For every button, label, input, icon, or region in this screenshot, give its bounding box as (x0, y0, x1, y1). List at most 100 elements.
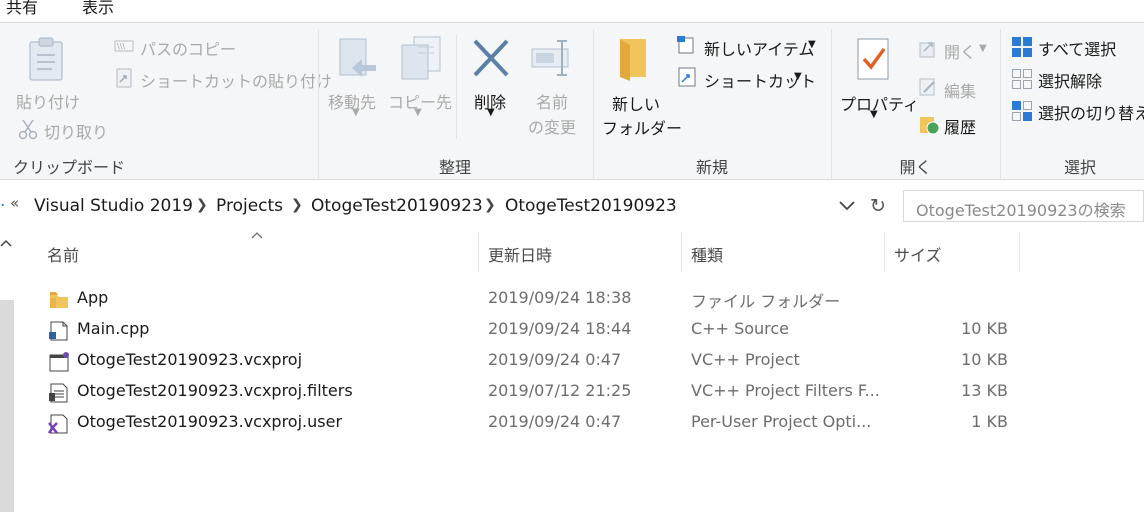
properties-dropdown-icon[interactable]: ▼ (870, 109, 878, 120)
navigation-pane-edge (0, 232, 14, 512)
select-all-button[interactable]: すべて選択 (1038, 36, 1116, 60)
column-header-type[interactable]: 種類 (691, 242, 723, 266)
copy-path-button[interactable]: パスのコピー (140, 36, 236, 60)
vcxproj-file-icon (49, 352, 69, 372)
new-folder-button-line2[interactable]: フォルダー (602, 115, 682, 139)
breadcrumb-visual-studio[interactable]: Visual Studio 2019 (34, 196, 193, 216)
file-row[interactable]: OtogeTest20190923.vcxproj.filters 2019/0… (40, 377, 1040, 407)
invert-selection-button[interactable]: 選択の切り替え (1038, 100, 1144, 124)
delete-x-icon (473, 39, 509, 77)
organize-group-label: 整理 (438, 158, 471, 177)
refresh-icon[interactable]: ↻ (864, 192, 892, 220)
file-name: OtogeTest20190923.vcxproj.user (77, 412, 343, 431)
properties-icon (857, 38, 889, 80)
breadcrumb-separator-icon[interactable]: ❯ (484, 197, 496, 213)
breadcrumb-projects[interactable]: Projects (216, 196, 283, 216)
folder-icon (50, 292, 68, 308)
paste-shortcut-icon (116, 68, 132, 88)
history-button[interactable]: 履歴 (944, 114, 976, 138)
select-all-icon (1012, 37, 1032, 57)
new-group-label: 新規 (695, 158, 728, 177)
file-explorer-window: 共有 表示 貼り付け \\\ パスのコピー ショートカットの貼り付け 切り取り … (0, 0, 1144, 512)
file-row[interactable]: OtogeTest20190923.vcxproj 2019/09/24 0:4… (40, 346, 1040, 376)
paste-shortcut-button[interactable]: ショートカットの貼り付け (140, 68, 332, 92)
file-row[interactable]: OtogeTest20190923.vcxproj.user 2019/09/2… (40, 408, 1040, 438)
rename-icon (531, 40, 569, 76)
copy-path-icon: \\\ (114, 40, 134, 52)
scissors-icon (18, 119, 38, 140)
breadcrumb-overflow-button[interactable]: « (10, 194, 19, 212)
new-item-icon (677, 36, 694, 54)
file-type: Per-User Project Opti... (691, 412, 872, 431)
file-row[interactable]: App 2019/09/24 18:38 ファイル フォルダー (40, 284, 1040, 314)
column-header-date[interactable]: 更新日時 (488, 242, 552, 266)
address-history-chevron-down-icon[interactable] (838, 200, 856, 212)
file-size: 1 KB (971, 412, 1008, 431)
paste-button[interactable]: 貼り付け (16, 89, 80, 113)
open-button[interactable]: 開く (944, 39, 976, 63)
history-icon (920, 117, 940, 135)
open-icon (919, 42, 935, 58)
new-folder-button[interactable]: 新しい (612, 91, 660, 115)
new-item-dropdown-icon[interactable]: ▼ (808, 39, 816, 50)
svg-text:\\\: \\\ (117, 42, 125, 51)
subgroup-divider (456, 35, 457, 139)
file-date: 2019/07/12 21:25 (488, 381, 632, 400)
new-item-button[interactable]: 新しいアイテム (704, 36, 814, 60)
user-file-icon (48, 414, 68, 434)
nav-scrollbar-thumb[interactable] (0, 300, 14, 512)
column-divider[interactable] (478, 232, 479, 272)
tab-view[interactable]: 表示 (82, 0, 114, 18)
edit-icon (919, 78, 935, 96)
clipboard-paste-icon (29, 37, 63, 81)
move-to-icon (339, 38, 376, 77)
new-folder-icon (620, 39, 646, 81)
cut-button[interactable]: 切り取り (44, 119, 108, 143)
open-dropdown-icon[interactable]: ▼ (979, 43, 987, 54)
rename-button[interactable]: 名前 (536, 89, 568, 113)
shortcut-icon (678, 67, 696, 87)
properties-button[interactable]: プロパティ (840, 91, 919, 115)
invert-selection-icon (1012, 101, 1032, 121)
sort-ascending-icon (251, 232, 263, 239)
file-row[interactable]: Main.cpp 2019/09/24 18:44 C++ Source 10 … (40, 315, 1040, 345)
address-bar[interactable]: · « Visual Studio 2019 ❯ Projects ❯ Otog… (0, 188, 864, 224)
delete-dropdown-icon[interactable]: ▼ (487, 107, 495, 118)
column-header-size[interactable]: サイズ (894, 242, 942, 266)
file-name: OtogeTest20190923.vcxproj (77, 350, 303, 369)
file-date: 2019/09/24 0:47 (488, 350, 622, 369)
open-group-label: 開く (899, 158, 932, 177)
nav-scroll-up-icon[interactable] (0, 238, 12, 248)
ribbon-tabs: 共有 表示 (0, 0, 1144, 22)
column-header-name[interactable]: 名前 (47, 242, 79, 266)
column-divider[interactable] (1019, 232, 1020, 272)
select-none-button[interactable]: 選択解除 (1038, 68, 1102, 92)
copy-to-icon (401, 36, 441, 80)
tab-share[interactable]: 共有 (6, 0, 38, 18)
file-type: C++ Source (691, 319, 790, 338)
file-type: VC++ Project (691, 350, 800, 369)
search-placeholder: OtogeTest20190923の検索 (916, 201, 1126, 220)
nav-pane-edge: · (0, 196, 6, 216)
rename-button-line2[interactable]: の変更 (528, 114, 576, 138)
move-to-dropdown-icon[interactable]: ▼ (352, 107, 360, 118)
clipboard-group-label: クリップボード (12, 158, 125, 177)
file-date: 2019/09/24 0:47 (488, 412, 622, 431)
search-box[interactable]: OtogeTest20190923の検索 (903, 190, 1144, 222)
breadcrumb-separator-icon[interactable]: ❯ (196, 197, 208, 213)
shortcut-dropdown-icon[interactable]: ▼ (794, 71, 802, 82)
copy-to-dropdown-icon[interactable]: ▼ (414, 107, 422, 118)
file-date: 2019/09/24 18:38 (488, 288, 632, 307)
column-divider[interactable] (884, 232, 885, 272)
file-name: OtogeTest20190923.vcxproj.filters (77, 381, 353, 400)
file-type: ファイル フォルダー (691, 292, 841, 311)
filters-file-icon (49, 383, 68, 403)
column-divider[interactable] (681, 232, 682, 272)
edit-button[interactable]: 編集 (944, 78, 976, 102)
breadcrumb-otogetest-parent[interactable]: OtogeTest20190923 (311, 196, 483, 216)
breadcrumb-otogetest-current[interactable]: OtogeTest20190923 (505, 196, 677, 216)
file-name: Main.cpp (77, 319, 150, 338)
file-size: 13 KB (961, 381, 1008, 400)
select-group-label: 選択 (1063, 158, 1096, 177)
breadcrumb-separator-icon[interactable]: ❯ (291, 197, 303, 213)
